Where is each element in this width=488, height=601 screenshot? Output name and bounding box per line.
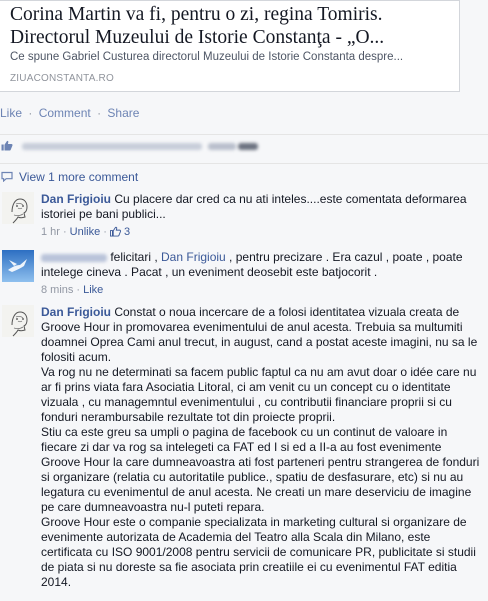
thumbs-up-icon <box>1 140 13 151</box>
comment-meta: 8 mins · Like <box>41 284 104 296</box>
comment-time[interactable]: 1 hr <box>41 226 60 238</box>
comment-message: felicitari , <box>107 250 162 264</box>
speech-bubble-icon <box>1 171 13 182</box>
comment-body: Dan Frigioiu Constat o noua incercare de… <box>41 305 481 590</box>
avatar[interactable] <box>2 192 34 224</box>
view-more-comments-link[interactable]: View 1 more comment <box>19 170 138 184</box>
blurred-author-name[interactable] <box>41 253 107 262</box>
separator: · <box>28 106 33 120</box>
blurred-liker-names <box>238 143 258 150</box>
link-preview-card[interactable]: Corina Martin va fi, pentru o zi, regina… <box>0 0 460 92</box>
comment-paragraph: Va rog nu ne determinati sa facem public… <box>41 365 477 424</box>
avatar[interactable] <box>2 305 34 337</box>
comment-time[interactable]: 8 mins <box>41 284 73 296</box>
thumbs-up-icon <box>109 226 121 237</box>
comment-paragraph: Groove Hour este o companie specializata… <box>41 515 476 589</box>
comment-author-link[interactable]: Dan Frigioiu <box>41 305 111 319</box>
blurred-liker-names <box>22 143 202 150</box>
link-description: Ce spune Gabriel Custurea directorul Muz… <box>10 51 404 63</box>
comment-text: felicitari , Dan Frigioiu , pentru preci… <box>41 250 481 280</box>
comment-meta: 1 hr · Unlike · 3 <box>41 226 131 238</box>
link-source: ZIUACONSTANTA.RO <box>10 73 114 84</box>
like-link[interactable]: Like <box>0 106 22 120</box>
comment-like-count[interactable]: 3 <box>124 226 130 238</box>
like-link[interactable]: Like <box>83 284 103 296</box>
likes-summary <box>0 134 488 157</box>
link-title[interactable]: Corina Martin va fi, pentru o zi, regina… <box>10 3 450 49</box>
comment-text: Dan Frigioiu Cu placere dar cred ca nu a… <box>41 192 481 222</box>
comment-body: felicitari , Dan Frigioiu , pentru preci… <box>41 250 481 298</box>
comment-paragraph: Dan Frigioiu Constat o noua incercare de… <box>41 305 481 365</box>
mention-link[interactable]: Dan Frigioiu <box>161 250 226 264</box>
blurred-liker-names <box>208 143 236 150</box>
avatar[interactable] <box>2 250 34 282</box>
comment-link[interactable]: Comment <box>39 106 91 120</box>
separator: · <box>97 106 102 120</box>
share-link[interactable]: Share <box>107 106 139 120</box>
comment-body: Dan Frigioiu Cu placere dar cred ca nu a… <box>41 192 481 240</box>
comment-author-link[interactable]: Dan Frigioiu <box>41 192 111 206</box>
unlike-link[interactable]: Unlike <box>70 226 101 238</box>
view-more-comments-row: View 1 more comment <box>0 163 488 184</box>
post-actions: Like · Comment · Share <box>0 106 139 120</box>
comment-paragraph: Stiu ca este greu sa umpli o pagina de f… <box>41 425 480 514</box>
